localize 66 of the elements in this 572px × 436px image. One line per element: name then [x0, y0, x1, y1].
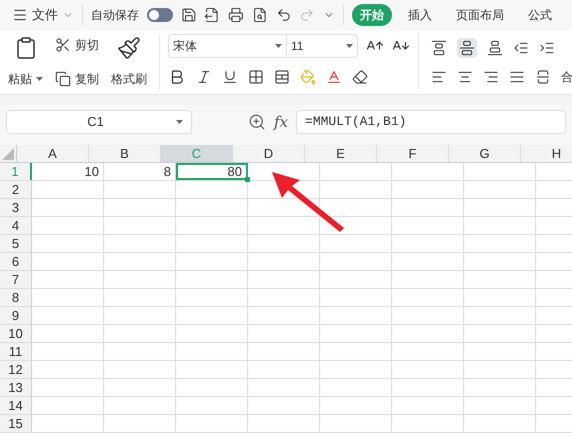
eraser-icon[interactable]	[352, 69, 368, 85]
menu-icon[interactable]	[12, 7, 28, 23]
table-cell[interactable]: 8	[104, 163, 176, 180]
export-icon[interactable]	[204, 7, 220, 23]
dropdown-caret-icon[interactable]	[176, 120, 183, 124]
print-icon[interactable]	[228, 7, 244, 23]
column-header[interactable]: E	[305, 145, 377, 162]
column-header[interactable]: D	[233, 145, 305, 162]
formula-field[interactable]: =MMULT(A1,B1)	[296, 110, 566, 134]
undo-icon[interactable]	[276, 7, 292, 23]
increase-indent-icon[interactable]	[539, 40, 555, 56]
zoom-icon[interactable]	[248, 113, 266, 131]
autosave-toggle[interactable]	[146, 8, 173, 22]
justify-icon[interactable]	[509, 69, 525, 85]
align-middle-icon[interactable]	[459, 40, 475, 56]
row-header[interactable]: 12	[0, 361, 32, 378]
autosave-label: 自动保存	[90, 7, 139, 24]
row-header[interactable]: 5	[0, 235, 32, 252]
row-header[interactable]: 13	[0, 379, 32, 396]
borders-icon[interactable]	[248, 69, 264, 85]
row-header[interactable]: 9	[0, 307, 32, 324]
row-header[interactable]: 8	[0, 289, 32, 306]
file-menu[interactable]: 文件	[12, 5, 74, 25]
column-header[interactable]: A	[17, 145, 89, 162]
name-box[interactable]: C1	[6, 110, 192, 134]
column-header[interactable]: G	[449, 145, 521, 162]
align-bottom-icon[interactable]	[487, 40, 503, 56]
row-header[interactable]: 11	[0, 343, 32, 360]
column-header[interactable]: H	[521, 145, 572, 162]
row-header[interactable]: 4	[0, 217, 32, 234]
align-top-icon[interactable]	[431, 40, 447, 56]
print-preview-icon[interactable]	[252, 7, 268, 23]
align-right-icon[interactable]	[483, 69, 499, 85]
row-header[interactable]: 6	[0, 253, 32, 270]
ribbon-tab[interactable]: 页面布局	[448, 4, 512, 26]
format-painter-button[interactable]: 格式刷	[111, 34, 147, 90]
fill-color-icon[interactable]	[300, 69, 316, 85]
decrease-indent-icon[interactable]	[513, 40, 529, 56]
underline-icon[interactable]	[222, 69, 238, 85]
row-header[interactable]: 14	[0, 397, 32, 414]
row-header[interactable]: 15	[0, 415, 32, 432]
column-header[interactable]: F	[377, 145, 449, 162]
paste-button[interactable]: 粘贴	[8, 34, 43, 90]
row-header[interactable]: 3	[0, 199, 32, 216]
scissors-icon[interactable]	[55, 37, 71, 53]
table-cell[interactable]: 10	[32, 163, 104, 180]
copy-icon[interactable]	[55, 71, 71, 87]
ribbon-tab[interactable]: 公式	[520, 4, 560, 26]
align-left-icon[interactable]	[431, 69, 447, 85]
paintbrush-icon[interactable]	[117, 36, 141, 60]
align-center-icon[interactable]	[457, 69, 473, 85]
fill-handle[interactable]	[245, 177, 250, 182]
cell-style-icon[interactable]	[274, 69, 290, 85]
fx-label[interactable]: fx	[274, 110, 288, 134]
row-header[interactable]: 2	[0, 181, 32, 198]
dropdown-caret-icon[interactable]	[36, 77, 43, 81]
table-cell[interactable]: 80	[176, 163, 248, 180]
row-header[interactable]: 10	[0, 325, 32, 342]
italic-icon[interactable]	[196, 69, 212, 85]
distributed-icon[interactable]	[535, 69, 551, 85]
copy-button[interactable]: 复制	[55, 70, 99, 88]
cut-button[interactable]: 剪切	[55, 36, 99, 54]
ribbon-tab[interactable]: 插入	[400, 4, 440, 26]
save-icon[interactable]	[180, 7, 196, 23]
font-color-icon[interactable]	[326, 69, 342, 85]
row-header[interactable]: 7	[0, 271, 32, 288]
